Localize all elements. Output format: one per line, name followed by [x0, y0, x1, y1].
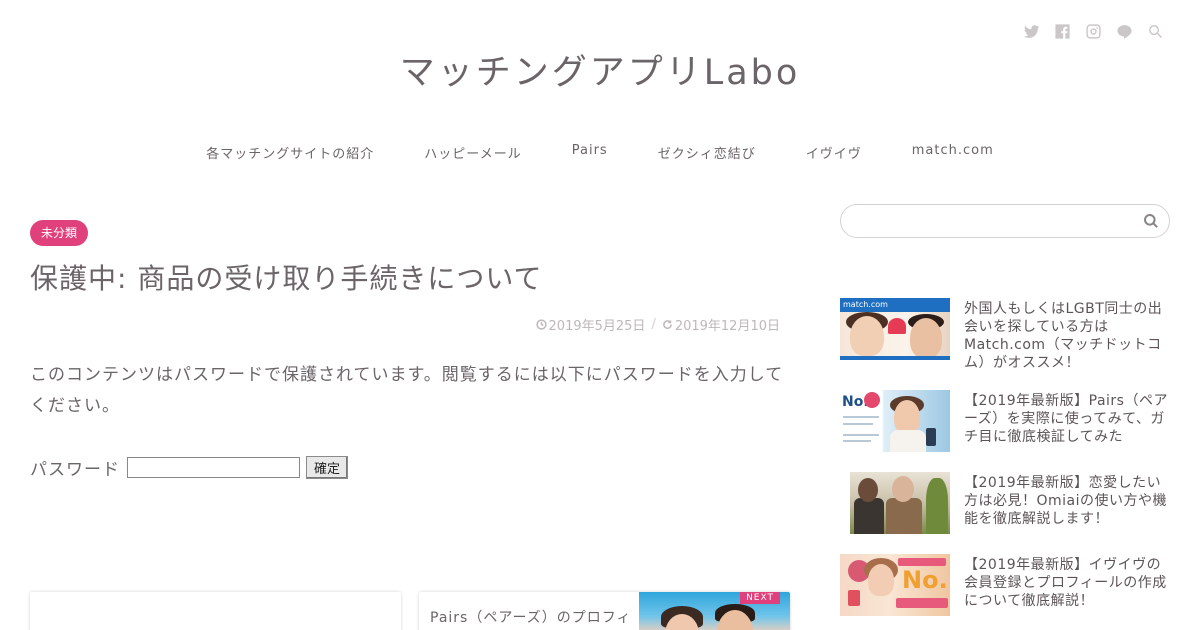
clock-icon	[535, 319, 547, 330]
post-thumbnail: No.1	[840, 554, 950, 616]
password-input[interactable]	[127, 457, 300, 478]
date-separator: /	[651, 317, 656, 332]
thumb-caption: match.com	[840, 298, 950, 312]
thumb-bottom-bar	[840, 356, 950, 360]
thumb-person-body	[854, 498, 884, 534]
sidebar-post[interactable]: No.1 【2019年最新版】イヴイヴの会員登録とプロフィールの作成について徹底…	[840, 554, 1170, 618]
nav-item-match[interactable]: match.com	[887, 143, 1019, 162]
nav-item-iveive[interactable]: イヴイヴ	[781, 143, 887, 162]
published-date: 2019年5月25日	[535, 315, 646, 334]
thumb-person-face	[910, 318, 942, 358]
thumb-strip	[896, 598, 948, 608]
post-title[interactable]: 【2019年最新版】イヴイヴの会員登録とプロフィールの作成について徹底解説！	[964, 556, 1170, 610]
thumb-margin	[840, 472, 850, 534]
post-thumbnail	[840, 472, 950, 534]
search-icon[interactable]	[1146, 22, 1164, 40]
category-badge[interactable]: 未分類	[30, 220, 89, 246]
refresh-icon	[662, 320, 672, 329]
thumb-person-face	[894, 400, 920, 434]
thumb-person-face	[892, 476, 914, 502]
thumb-badge	[864, 392, 880, 408]
thumb-person-face	[858, 478, 878, 502]
nav-item-intro[interactable]: 各マッチングサイトの紹介	[181, 143, 399, 162]
updated-date-text: 2019年12月10日	[674, 319, 780, 334]
next-badge: NEXT	[740, 592, 780, 604]
thumb-ribbon	[898, 558, 946, 566]
article-title: 保護中: 商品の受け取り手続きについて	[30, 262, 543, 295]
heart-icon	[888, 318, 906, 334]
thumb-person-body	[886, 498, 922, 534]
sidebar-post[interactable]: 【2019年最新版】恋愛したい方は必見！Omiaiの使い方や機能を徹底解説します…	[840, 472, 1170, 536]
next-post-card[interactable]: Pairs（ペアーズ）のプロフィ NEXT	[419, 592, 790, 630]
password-label: パスワード	[30, 460, 120, 480]
thumb-caption: No.1	[902, 566, 950, 594]
submit-button[interactable]: 確定	[306, 456, 349, 479]
search-input[interactable]	[855, 205, 1145, 237]
thumb-person-body	[890, 430, 926, 452]
cup-icon	[848, 590, 860, 606]
article-dates: 2019年5月25日 / 2019年12月10日	[535, 315, 780, 334]
thumb-text-line	[843, 434, 879, 436]
published-date-text: 2019年5月25日	[548, 319, 646, 334]
instagram-icon[interactable]	[1084, 22, 1102, 40]
article: 未分類 保護中: 商品の受け取り手続きについて 2019年5月25日 / 201…	[30, 220, 790, 480]
sidebar: match.com 外国人もしくはLGBT同士の出会いを探している方はMatch…	[840, 204, 1170, 616]
post-thumbnail: match.com	[840, 298, 950, 360]
twitter-icon[interactable]	[1022, 22, 1040, 40]
nav-item-pairs[interactable]: Pairs	[547, 143, 633, 162]
site-title[interactable]: マッチングアプリLabo	[0, 44, 1200, 95]
facebook-icon[interactable]	[1053, 22, 1071, 40]
post-title[interactable]: 【2019年最新版】恋愛したい方は必見！Omiaiの使い方や機能を徹底解説します…	[964, 474, 1170, 528]
phone-icon	[926, 428, 936, 446]
updated-date: 2019年12月10日	[662, 315, 780, 334]
nav-item-happymail[interactable]: ハッピーメール	[399, 143, 546, 162]
post-thumbnail: No.1	[840, 390, 950, 452]
thumb-text-line	[843, 440, 871, 442]
post-title[interactable]: 【2019年最新版】Pairs（ペアーズ）を実際に使ってみて、ガチ目に徹底検証し…	[964, 392, 1170, 446]
sidebar-search	[840, 204, 1170, 238]
global-nav: 各マッチングサイトの紹介 ハッピーメール Pairs ゼクシィ恋結び イヴイヴ …	[0, 143, 1200, 162]
line-icon[interactable]	[1115, 22, 1133, 40]
password-form: パスワード 確定	[30, 455, 349, 480]
thumb-person-face	[868, 564, 894, 596]
next-post-title: Pairs（ペアーズ）のプロフィ	[430, 610, 632, 626]
post-title[interactable]: 外国人もしくはLGBT同士の出会いを探している方はMatch.com（マッチドッ…	[964, 300, 1170, 372]
thumb-text-line	[843, 416, 879, 418]
sidebar-post[interactable]: match.com 外国人もしくはLGBT同士の出会いを探している方はMatch…	[840, 298, 1170, 371]
prev-post-card[interactable]	[30, 592, 401, 630]
thumb-tree	[926, 478, 948, 534]
search-icon[interactable]	[1143, 213, 1159, 229]
protected-message: このコンテンツはパスワードで保護されています。閲覧するには以下にパスワードを入力…	[30, 365, 784, 416]
thumb-person-face	[850, 316, 884, 356]
sidebar-post[interactable]: No.1 【2019年最新版】Pairs（ペアーズ）を実際に使ってみて、ガチ目に…	[840, 390, 1170, 454]
thumb-text-line	[843, 423, 873, 425]
social-icons	[1022, 22, 1164, 40]
nav-item-zexy[interactable]: ゼクシィ恋結び	[633, 143, 781, 162]
